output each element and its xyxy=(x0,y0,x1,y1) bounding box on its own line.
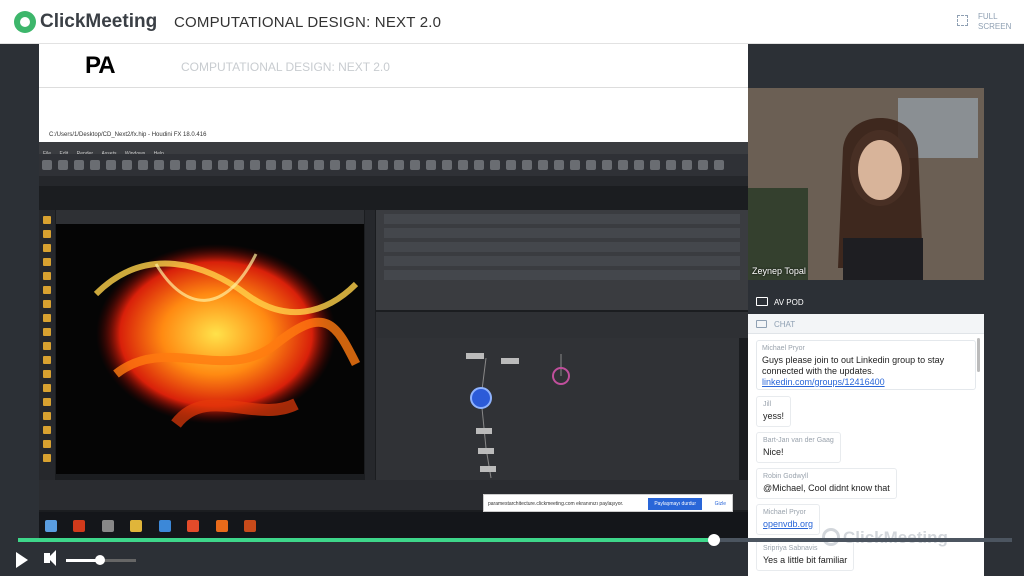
chat-message: Michael Pryor Guys please join to out Li… xyxy=(756,340,976,390)
slide-blank-area xyxy=(39,88,748,132)
viewport-header xyxy=(56,210,364,224)
av-pod-label: AV POD xyxy=(774,298,804,307)
file-explorer-icon xyxy=(130,520,143,532)
stop-sharing-button[interactable]: Paylaşmayı durdur xyxy=(648,498,702,510)
settings-icon xyxy=(101,520,114,532)
playback-progress-fill xyxy=(18,538,714,542)
message-link[interactable]: openvdb.org xyxy=(763,519,813,530)
houdini-viewport xyxy=(56,224,364,474)
chat-message: Bart-Jan van der Gaag Nice! xyxy=(756,432,841,463)
browser-icon xyxy=(158,520,171,532)
chat-message: Michael Pryor openvdb.org xyxy=(756,504,821,535)
network-editor xyxy=(376,338,739,480)
playback-progress-bar[interactable] xyxy=(18,534,1012,546)
presentation-stage: PA COMPUTATIONAL DESIGN: NEXT 2.0 C:/Use… xyxy=(39,44,748,541)
hide-notification-link[interactable]: Gizle xyxy=(715,501,726,507)
play-icon[interactable] xyxy=(16,552,28,568)
app-name: ClickMeeting xyxy=(40,11,158,32)
chat-message: Jill yess! xyxy=(756,396,792,427)
clickmeeting-logo[interactable]: ClickMeeting xyxy=(14,11,157,33)
viewport-display-bar xyxy=(365,210,375,480)
message-author: Bart-Jan van der Gaag xyxy=(763,437,834,444)
node-graph xyxy=(466,353,570,479)
chat-icon xyxy=(756,320,767,328)
presenter-video-frame xyxy=(748,88,984,280)
chat-message: Robin Godwyll @Michael, Cool didnt know … xyxy=(756,468,897,499)
houdini-window-title: C:/Users/1/Desktop/CD_Next2/fx.hip - Hou… xyxy=(39,132,748,142)
message-text: Yes a little bit familiar xyxy=(763,555,848,565)
screen-share-text: paramestarchitecture.clickmeeting.com ek… xyxy=(488,501,624,507)
message-author: Robin Godwyll xyxy=(763,473,809,480)
chat-header[interactable]: CHAT xyxy=(748,314,984,334)
houdini-pane-tabs xyxy=(39,176,748,186)
message-author: Jill xyxy=(763,401,772,408)
volume-slider[interactable] xyxy=(66,555,136,565)
fullscreen-label-2: SCREEN xyxy=(978,22,1012,31)
playback-scrubber[interactable] xyxy=(707,534,720,546)
volume-icon[interactable] xyxy=(44,550,56,566)
message-text: Nice! xyxy=(763,447,784,457)
top-bar: ClickMeeting COMPUTATIONAL DESIGN: NEXT … xyxy=(0,0,1024,44)
windows-taskbar xyxy=(39,512,748,541)
volume-knob[interactable] xyxy=(94,555,105,565)
fullscreen-icon xyxy=(957,15,968,26)
video-camera-icon xyxy=(756,297,768,306)
message-text: yess! xyxy=(763,411,785,421)
network-header xyxy=(376,312,748,338)
presenter-camera: Zeynep Topal xyxy=(748,88,984,280)
chrome-icon xyxy=(187,520,200,532)
illustrator-icon xyxy=(73,520,86,532)
slide-logo: PA xyxy=(85,52,116,79)
fullscreen-label-1: FULL xyxy=(978,12,998,21)
message-author: Michael Pryor xyxy=(763,509,806,516)
presenter-name: Zeynep Topal xyxy=(752,266,806,276)
screen-share-notification: paramestarchitecture.clickmeeting.com ek… xyxy=(483,494,733,512)
firefox-icon xyxy=(215,520,228,532)
houdini-shelf xyxy=(39,154,748,176)
page-title: COMPUTATIONAL DESIGN: NEXT 2.0 xyxy=(174,14,442,31)
windows-start-icon xyxy=(45,520,57,532)
chat-scrollbar[interactable] xyxy=(977,338,980,372)
message-author: Michael Pryor xyxy=(762,345,805,352)
shared-screen: C:/Users/1/Desktop/CD_Next2/fx.hip - Hou… xyxy=(39,132,748,541)
slide-subtitle: COMPUTATIONAL DESIGN: NEXT 2.0 xyxy=(181,60,390,74)
chat-label: CHAT xyxy=(774,320,796,329)
houdini-menu-bar: File Edit Render Assets Windows Help xyxy=(39,142,748,157)
slide-header: PA COMPUTATIONAL DESIGN: NEXT 2.0 xyxy=(39,44,748,88)
message-text: @Michael, Cool didnt know that xyxy=(763,483,890,493)
watermark-logo-icon xyxy=(822,528,840,546)
fire-simulation-render xyxy=(93,244,361,428)
av-pod-header[interactable]: AV POD xyxy=(748,290,984,314)
clickmeeting-logo-icon xyxy=(14,11,36,33)
message-text: Guys please join to out Linkedin group t… xyxy=(762,355,945,376)
message-link[interactable]: linkedin.com/groups/12416400 xyxy=(762,377,970,388)
houdini-tool-strip xyxy=(39,210,55,480)
parameter-pane xyxy=(376,210,748,310)
houdini-icon xyxy=(244,520,257,532)
